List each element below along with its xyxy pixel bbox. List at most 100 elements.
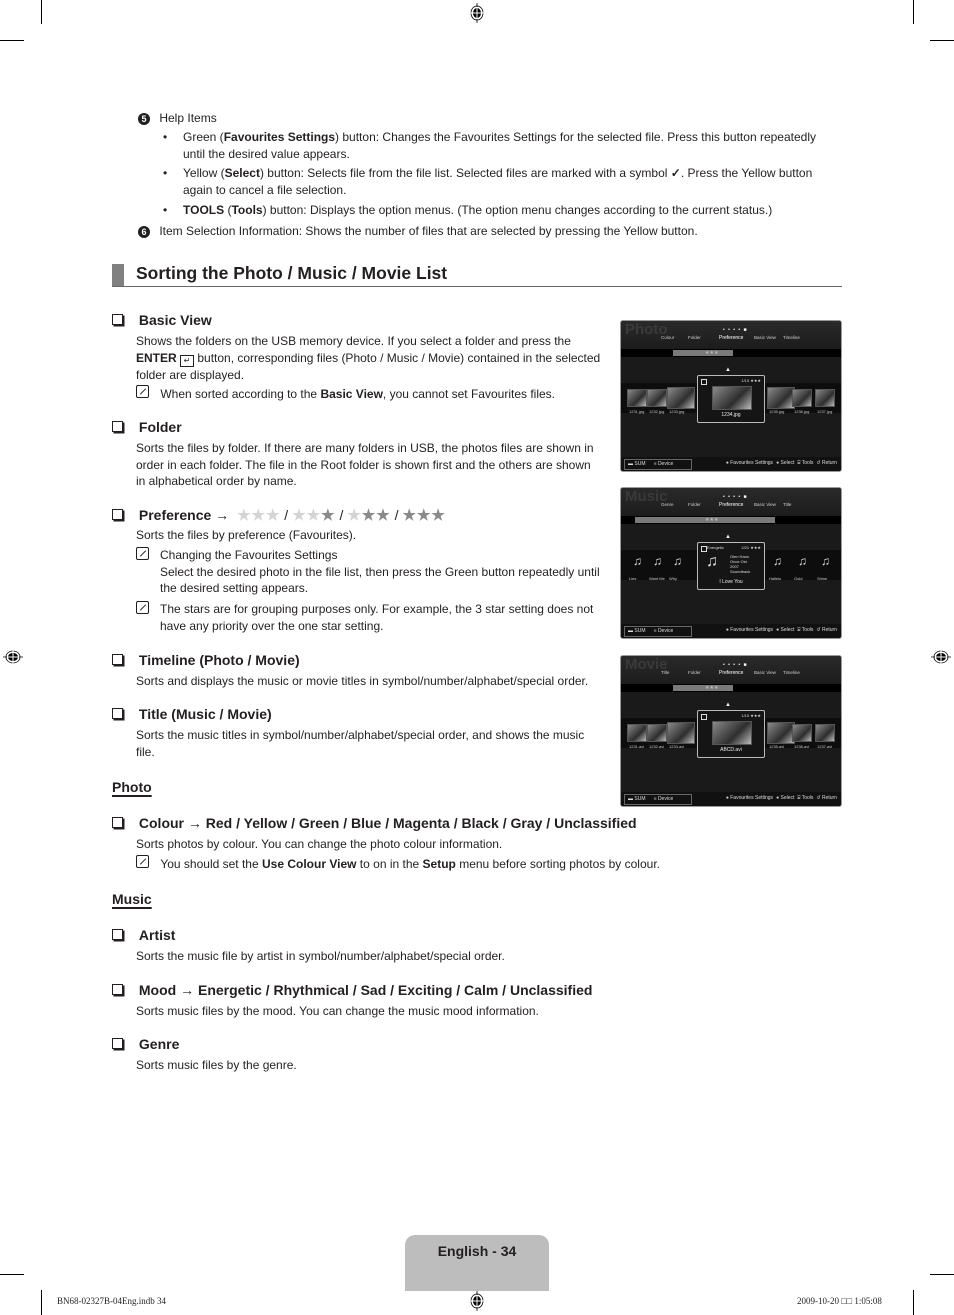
file-name: 1232.jpg (649, 409, 665, 414)
star-empty-icon: ★ (265, 507, 281, 524)
select-checkbox-icon (701, 714, 707, 720)
page-dots: • • • • ■ (723, 662, 748, 668)
checkbox-bullet-icon (112, 509, 123, 520)
crop-mark (913, 0, 914, 24)
basic-view-desc: Shows the folders on the USB memory devi… (136, 334, 601, 382)
crop-mark (930, 40, 954, 41)
mood-heading: Mood → Energetic / Rhythmical / Sad / Ex… (112, 982, 592, 998)
sort-tab: Basic View (754, 502, 776, 507)
favourites-settings-label: Favourites Settings (730, 460, 774, 466)
note-icon (136, 601, 149, 614)
basic-view-note: When sorted according to the Basic View,… (136, 385, 555, 403)
checkbox-bullet-icon (112, 654, 123, 665)
sum-label: SUM (634, 628, 646, 634)
timeline-heading: Timeline (Photo / Movie) (112, 652, 300, 668)
file-name: Lies (629, 576, 637, 581)
music-note-icon: ♫ (773, 554, 782, 568)
selected-file-name: I Love You (719, 579, 743, 585)
checkbox-bullet-icon (112, 817, 123, 828)
star-filled-icon: ★ (431, 507, 446, 524)
file-thumbnail (792, 724, 812, 742)
help-bar: ● Favourites Settings ● Select ⌸ Tools ↺ Re… (726, 794, 837, 803)
star-filled-icon: ★ (416, 507, 432, 524)
device-label: Device (657, 461, 674, 467)
device-label: Device (657, 796, 674, 802)
music-note-icon: ♫ (673, 554, 682, 568)
up-arrow-icon: ▲ (725, 702, 731, 708)
checkbox-bullet-icon (112, 314, 123, 325)
selected-file-card: 1/15 ★★★ 1234.jpg (697, 375, 765, 423)
screen-footer: ▬ SUM ■ Device ● Favourites Settings ● Sele… (621, 624, 841, 638)
return-label: Return (821, 460, 837, 466)
screen-footer: ▬ SUM ■ Device ● Favourites Settings ● Sele… (621, 792, 841, 806)
screen-footer: ▬ SUM ■ Device ● Favourites Settings ● Sele… (621, 457, 841, 471)
crop-mark (0, 40, 24, 41)
preference-note-2: The stars are for grouping purposes only… (136, 601, 616, 633)
sort-bar-label: ★★★ (705, 685, 719, 691)
select-checkbox-icon (701, 379, 707, 385)
screen-music: Music Genre Folder Preference Basic View Titl… (620, 487, 842, 639)
favourites-settings-label: Favourites Settings (730, 795, 774, 801)
file-thumbnail (767, 722, 795, 744)
file-name: Gold (794, 576, 803, 581)
file-name: 1237.jpg (817, 409, 833, 414)
file-thumbnail (767, 387, 795, 409)
section-marker (112, 264, 124, 286)
star-filled-icon: ★ (402, 507, 417, 524)
file-counter: 1/15 ★★★ (741, 378, 761, 383)
mood-desc: Sorts music files by the mood. You can c… (136, 1004, 539, 1018)
sort-tab: Preference (719, 335, 744, 341)
registration-mark-icon (469, 1291, 485, 1311)
music-note-icon: ♫ (653, 554, 662, 568)
file-thumbnail (627, 724, 647, 742)
file-name: 1233.avi (669, 744, 685, 749)
star-set-2: ★★★ (347, 507, 390, 524)
file-thumbnail (815, 389, 835, 407)
item-selection-info: 6 Item Selection Information: Shows the … (138, 223, 698, 240)
sort-tab: Basic View (754, 670, 776, 675)
star-empty-icon: ★ (347, 507, 362, 524)
artist-heading: Artist (112, 927, 175, 943)
help-bullet-tools: • TOOLS (Tools) button: Displays the opt… (163, 203, 773, 217)
file-name: Hallelu (769, 576, 782, 581)
page-dots: • • • • ■ (723, 327, 748, 333)
file-counter: 1/15 ★★★ (741, 713, 761, 718)
crop-mark (0, 1274, 24, 1275)
device-box: ▬ SUM ■ Device (624, 459, 692, 470)
separator: / (335, 507, 344, 523)
artist-desc: Sorts the music file by artist in symbol… (136, 949, 505, 963)
file-name: Want Me (649, 576, 665, 581)
separator: / (280, 507, 289, 523)
sort-tab: Folder (688, 335, 701, 340)
sort-tab: Folder (688, 502, 701, 507)
page-number-tab: English - 34 (405, 1235, 549, 1291)
tools-label: Tools (801, 795, 814, 801)
checkbox-bullet-icon (112, 984, 123, 995)
crop-mark (930, 1274, 954, 1275)
return-label: Return (821, 795, 837, 801)
checkmark-icon: ✓ (670, 166, 681, 180)
crop-mark (41, 0, 42, 24)
file-name: 1235.avi (769, 744, 785, 749)
sort-tab: Basic View (754, 335, 776, 340)
select-label: Select (780, 460, 795, 466)
star-rating-options: ★★★ / ★★★ / ★★★ / ★★★ (233, 507, 446, 524)
folder-desc: Sorts the files by folder. If there are … (136, 441, 594, 488)
star-set-1: ★★★ (292, 507, 335, 524)
help-bullet-yellow: • Yellow (Select) button: Selects file f… (163, 166, 813, 197)
sort-bar: ★★★ (621, 684, 841, 692)
music-note-icon: ♫ (706, 553, 718, 570)
timeline-desc: Sorts and displays the music or movie ti… (136, 674, 589, 688)
star-empty-icon: ★ (306, 507, 322, 524)
file-thumbnail (647, 389, 667, 407)
title-sort-heading: Title (Music / Movie) (112, 706, 272, 722)
selected-thumbnail (712, 386, 752, 410)
selected-file-name: ABCD.avi (720, 747, 742, 753)
checkbox-bullet-icon (112, 421, 123, 432)
sort-bar-label: ★★★ (705, 350, 719, 356)
screen-header: Music Genre Folder Preference Basic View Titl… (621, 488, 841, 516)
section-rule (112, 286, 842, 287)
section-title: Sorting the Photo / Music / Movie List (136, 263, 448, 283)
preference-desc: Sorts the files by preference (Favourite… (136, 528, 357, 542)
sort-tab: Title (783, 502, 792, 507)
